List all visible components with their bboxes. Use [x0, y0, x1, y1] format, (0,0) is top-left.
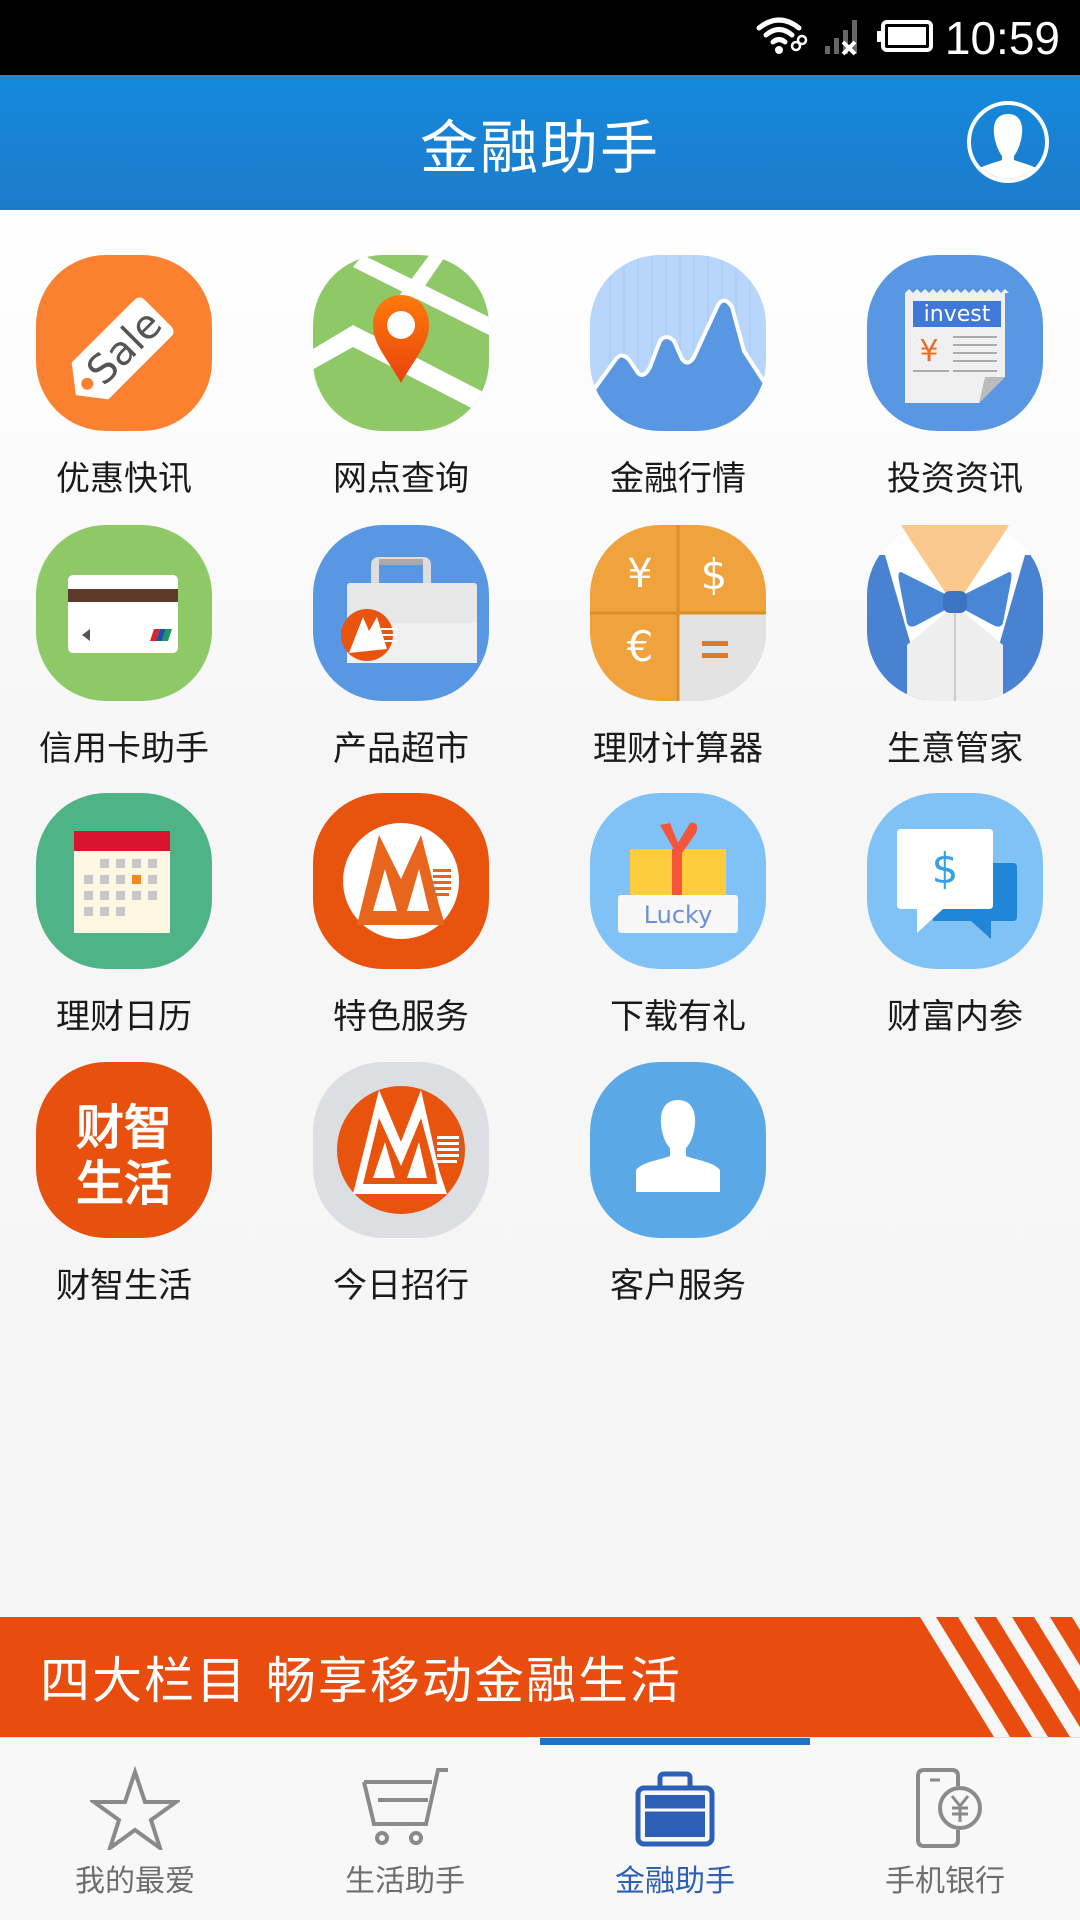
tile-label: 财富内参: [887, 997, 1023, 1037]
shopping-cart-icon: [360, 1766, 450, 1850]
tile-label: 产品超市: [333, 729, 469, 769]
svg-text:Lucky: Lucky: [644, 901, 713, 929]
battery-icon: [875, 14, 935, 62]
svg-text:¥: ¥: [919, 334, 938, 369]
tile-download-gift[interactable]: Lucky 下载有礼: [558, 793, 798, 1043]
cmb-today-icon: [313, 1062, 489, 1238]
tile-label: 下载有礼: [610, 997, 746, 1037]
page-title: 金融助手: [419, 113, 660, 182]
tab-life-assistant[interactable]: 生活助手: [270, 1738, 540, 1920]
tab-favorites[interactable]: 我的最爱: [0, 1738, 270, 1920]
tile-wisdom-life[interactable]: 财智 生活 财智生活: [4, 1062, 244, 1312]
nav-label: 生活助手: [345, 1864, 465, 1899]
feature-grid: Sale 优惠快讯 网点查询 金融行情 invest ¥ 投资资讯 信用卡助手 …: [0, 210, 1080, 1617]
stripes-decoration: [920, 1617, 1080, 1737]
tile-finance-calendar[interactable]: 理财日历: [4, 793, 244, 1043]
svg-text:€: €: [627, 622, 654, 671]
market-chart-icon: [590, 255, 766, 431]
tile-label: 财智生活: [56, 1266, 192, 1306]
shopping-bag-icon: [313, 525, 489, 701]
wisdom-life-icon: 财智 生活: [36, 1062, 212, 1238]
user-avatar-icon: [967, 101, 1049, 183]
svg-text:$: $: [701, 550, 728, 599]
calculator-icon: ¥ $ €: [590, 525, 766, 701]
tile-business-butler[interactable]: 生意管家: [835, 525, 1075, 775]
tile-label: 优惠快讯: [56, 459, 192, 499]
calendar-icon: [36, 793, 212, 969]
tile-credit-card-assistant[interactable]: 信用卡助手: [4, 525, 244, 775]
promo-banner[interactable]: 四大栏目 畅享移动金融生活: [0, 1617, 1080, 1737]
star-icon: [90, 1766, 180, 1850]
sale-tag-icon: Sale: [36, 255, 212, 431]
invest-news-icon: invest ¥: [867, 255, 1043, 431]
map-pin-icon: [313, 255, 489, 431]
nav-label: 手机银行: [885, 1864, 1005, 1899]
chat-dollar-icon: $: [867, 793, 1043, 969]
svg-text:¥: ¥: [627, 551, 652, 597]
tile-label: 信用卡助手: [39, 729, 209, 769]
nav-label: 金融助手: [615, 1864, 735, 1899]
tile-finance-calculator[interactable]: ¥ $ € 理财计算器: [558, 525, 798, 775]
tile-investment-news[interactable]: invest ¥ 投资资讯: [835, 255, 1075, 505]
briefcase-icon: [630, 1766, 720, 1850]
tile-label: 理财日历: [56, 997, 192, 1037]
svg-text:invest: invest: [924, 302, 991, 327]
signal-no-service-icon: [821, 14, 865, 62]
customer-service-icon: [590, 1062, 766, 1238]
tile-label: 生意管家: [887, 729, 1023, 769]
tile-cmb-today[interactable]: 今日招行: [281, 1062, 521, 1312]
tile-promotions[interactable]: Sale 优惠快讯: [4, 255, 244, 505]
tab-mobile-banking[interactable]: 手机银行: [810, 1738, 1080, 1920]
tile-label: 金融行情: [610, 459, 746, 499]
tile-customer-service[interactable]: 客户服务: [558, 1062, 798, 1312]
tile-featured-services[interactable]: 特色服务: [281, 793, 521, 1043]
tab-finance-assistant[interactable]: 金融助手: [540, 1738, 810, 1920]
svg-text:$: $: [932, 844, 959, 893]
tile-label: 客户服务: [610, 1266, 746, 1306]
cmb-logo-icon: [313, 793, 489, 969]
tile-label: 网点查询: [333, 459, 469, 499]
tile-wealth-insights[interactable]: $ 财富内参: [835, 793, 1075, 1043]
credit-card-icon: [36, 525, 212, 701]
app-header: 金融助手: [0, 75, 1080, 210]
tile-label: 理财计算器: [593, 729, 763, 769]
butler-bowtie-icon: [867, 525, 1043, 701]
tile-label: 今日招行: [333, 1266, 469, 1306]
status-bar: 10:59: [0, 0, 1080, 75]
promo-text: 四大栏目 畅享移动金融生活: [40, 1652, 682, 1710]
svg-text:财智: 财智: [76, 1100, 172, 1156]
profile-button[interactable]: [966, 100, 1050, 184]
tile-product-market[interactable]: 产品超市: [281, 525, 521, 775]
wifi-icon: [755, 14, 811, 62]
tile-label: 特色服务: [333, 997, 469, 1037]
status-time: 10:59: [944, 11, 1060, 64]
nav-label: 我的最爱: [75, 1864, 195, 1899]
svg-text:生活: 生活: [76, 1156, 172, 1212]
mobile-yen-icon: [900, 1766, 990, 1850]
status-icons: 10:59: [755, 0, 1060, 75]
tile-branch-finder[interactable]: 网点查询: [281, 255, 521, 505]
tile-label: 投资资讯: [887, 459, 1023, 499]
bottom-nav: 我的最爱 生活助手 金融助手 手机银行: [0, 1737, 1080, 1920]
gift-lucky-icon: Lucky: [590, 793, 766, 969]
tile-market-quotes[interactable]: 金融行情: [558, 255, 798, 505]
